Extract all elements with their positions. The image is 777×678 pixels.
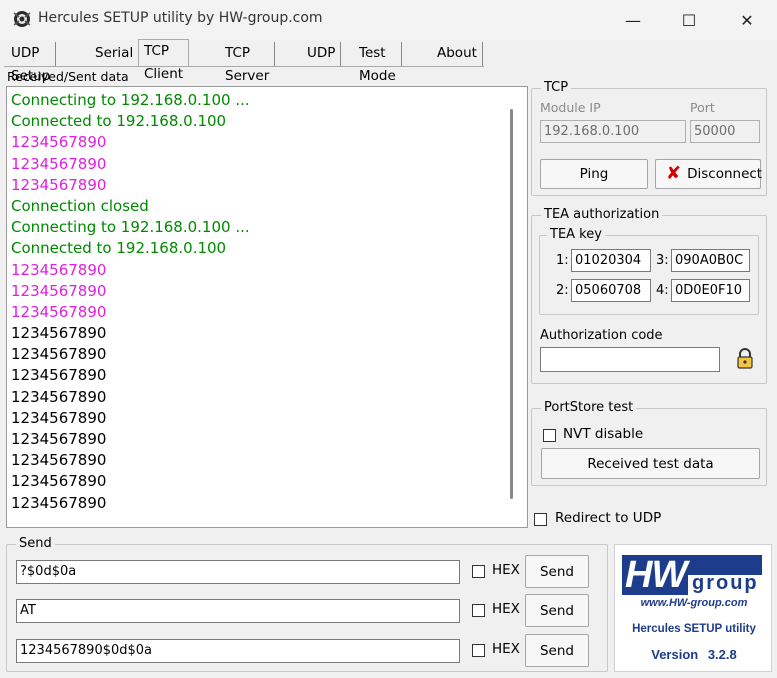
lock-button[interactable] [730,345,760,375]
tab-test-mode[interactable]: Test Mode [354,42,402,84]
hw-group-url: www.HW-group.com [640,597,748,609]
disconnect-button[interactable]: ✘ Disconnect [655,159,763,189]
log-line: Connecting to 192.168.0.100 ... [11,218,250,237]
received-test-data-button[interactable]: Received test data [541,448,760,479]
title-bar: Hercules SETUP utility by HW-group.com —… [0,0,777,40]
received-data-log[interactable]: Connecting to 192.168.0.100 ... Connected… [6,86,528,528]
tab-tcp-client[interactable]: TCP Client [138,39,190,82]
log-line: 1234567890 [11,154,107,173]
log-line: 1234567890 [11,451,107,470]
module-ip-field[interactable]: 192.168.0.100 [540,120,686,143]
send-button-3[interactable]: Send [525,634,589,667]
tea-key-4-field[interactable]: 0D0E0F10 [671,279,750,302]
tab-udp-setup[interactable]: UDP Setup [6,42,57,84]
tcp-group: TCP Module IP Port 192.168.0.100 50000 P… [531,80,767,196]
log-line: Connection closed [11,196,149,215]
authorization-code-label: Authorization code [540,328,663,343]
hw-group-logo-panel: HW group www.HW-group.com Hercules SETUP… [614,544,772,672]
hw-brand-right: group [692,572,759,594]
tab-divider [4,66,484,67]
maximize-button[interactable]: ☐ [660,0,718,40]
hercules-app-icon [12,9,32,29]
log-line: 1234567890 [11,260,107,279]
log-line: 1234567890 [11,345,107,364]
tea-key-title: TEA key [547,227,605,243]
tea-key-2-field[interactable]: 05060708 [571,279,651,302]
log-line: 1234567890 [11,408,107,427]
tab-tcp-server[interactable]: TCP Server [220,42,276,84]
port-label: Port [690,100,715,115]
window-title: Hercules SETUP utility by HW-group.com [38,10,323,26]
tab-about[interactable]: About [432,42,483,67]
nvt-disable-label: NVT disable [563,426,644,442]
tea-key-4-index: 4: [656,283,669,298]
send-field-3[interactable]: 1234567890$0d$0a [16,639,460,663]
authorization-code-field[interactable] [540,347,720,372]
hex-checkbox-3[interactable] [472,644,485,657]
send-field-1[interactable]: ?$0d$0a [16,560,460,584]
disconnect-label: Disconnect [687,166,763,182]
tea-key-1-field[interactable]: 01020304 [571,249,651,272]
version-label: Version [651,647,699,662]
log-line: 1234567890 [11,281,107,300]
version-info: Version 3.2.8 [615,647,773,662]
log-line: Connected to 192.168.0.100 [11,112,227,131]
tea-authorization-group: TEA authorization TEA key 1: 01020304 3:… [531,207,767,384]
tea-key-group: TEA key 1: 01020304 3: 090A0B0C 2: 05060… [539,227,759,315]
tcp-group-title: TCP [541,80,572,96]
send-field-2[interactable]: AT [16,599,460,623]
log-line: 1234567890 [11,175,107,194]
log-line: 1234567890 [11,366,107,385]
close-button[interactable]: ✕ [718,0,776,40]
log-line: 1234567890 [11,133,107,152]
red-x-icon: ✘ [666,163,682,184]
log-scrollbar[interactable] [510,109,513,499]
minimize-button[interactable]: — [604,0,662,40]
log-line: 1234567890 [11,302,107,321]
tea-key-3-index: 3: [656,253,669,268]
log-line: 1234567890 [11,324,107,343]
hex-checkbox-1[interactable] [472,565,485,578]
send-button-1[interactable]: Send [525,555,589,588]
hw-brand-left: HW [625,554,687,596]
tea-key-1-index: 1: [556,253,569,268]
hw-group-logo: HW group [622,555,762,595]
received-sent-label: Received/Sent data [7,69,129,84]
product-name: Hercules SETUP utility [632,623,756,635]
module-ip-label: Module IP [540,100,601,115]
redirect-to-udp-checkbox[interactable] [534,513,547,526]
tab-serial[interactable]: Serial [90,42,140,67]
tea-authorization-title: TEA authorization [541,207,663,223]
hex-label-2: HEX [492,601,520,617]
version-number: 3.2.8 [707,647,737,662]
log-line: 1234567890 [11,430,107,448]
tab-udp[interactable]: UDP [302,42,342,67]
portstore-test-title: PortStore test [541,400,637,416]
tea-key-3-field[interactable]: 090A0B0C [671,249,750,272]
log-line: 1234567890 [11,472,107,491]
log-line: 1234567890 [11,387,107,406]
nvt-disable-checkbox[interactable] [543,429,556,442]
send-group: Send ?$0d$0a HEX Send AT HEX Send 123456… [6,536,608,672]
log-lines: Connecting to 192.168.0.100 ... Connected… [11,90,250,514]
log-line: Connected to 192.168.0.100 [11,239,227,258]
portstore-test-group: PortStore test NVT disable Received test… [531,400,767,486]
log-line: 1234567890 [11,493,107,512]
log-line: Connecting to 192.168.0.100 ... [11,91,250,109]
lock-icon [735,347,755,373]
send-group-title: Send [16,536,55,552]
send-button-2[interactable]: Send [525,594,589,627]
redirect-to-udp-label: Redirect to UDP [555,510,662,526]
tea-key-2-index: 2: [556,283,569,298]
ping-button[interactable]: Ping [540,159,648,189]
hex-label-1: HEX [492,562,520,578]
hex-checkbox-2[interactable] [472,604,485,617]
port-field[interactable]: 50000 [690,120,760,143]
hex-label-3: HEX [492,641,520,657]
